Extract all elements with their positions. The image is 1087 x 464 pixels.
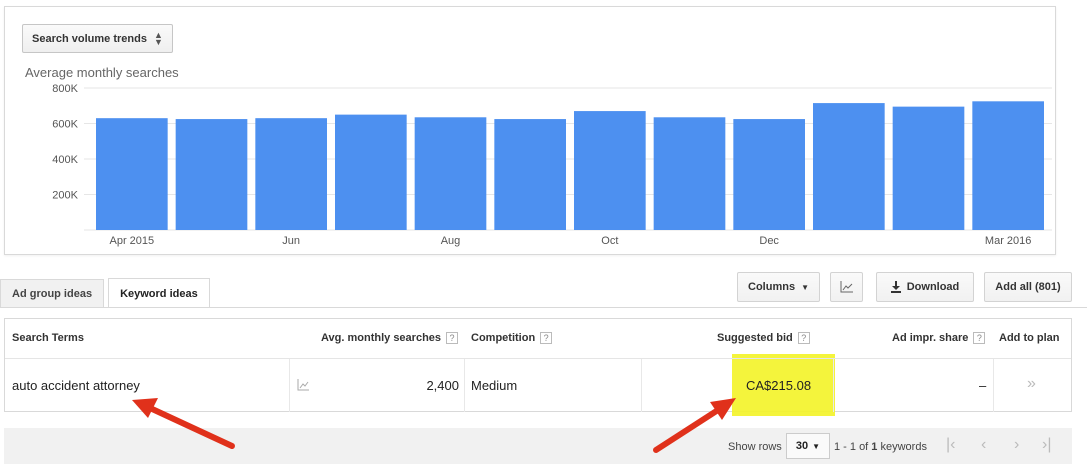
- keyword-table: Search Terms Avg. monthly searches ? Com…: [4, 318, 1072, 416]
- column-divider: [464, 359, 465, 412]
- chart-bar: [175, 119, 248, 230]
- suggested-bid-cell: CA$215.08: [746, 378, 812, 393]
- ideas-tabs: Ad group ideas Keyword ideas: [0, 278, 210, 308]
- chart-bar: [494, 119, 566, 230]
- tab-ad-group-ideas[interactable]: Ad group ideas: [0, 279, 105, 308]
- header-add-to-plan: Add to plan: [999, 332, 1060, 344]
- chart-bar: [892, 106, 965, 230]
- table-footer: Show rows 30 ▼ 1 - 1 of 1 keywords |‹ ‹ …: [4, 428, 1072, 464]
- chevron-down-icon: ▼: [812, 441, 821, 451]
- chart-bar: [574, 111, 646, 230]
- y-tick-label: 200K: [52, 190, 78, 202]
- header-search-terms-label: Search Terms: [12, 332, 84, 344]
- previous-page-icon[interactable]: ‹: [981, 436, 986, 454]
- header-ad-impr-share[interactable]: Ad impr. share ?: [892, 332, 986, 344]
- x-tick-label: Aug: [441, 235, 461, 247]
- header-competition[interactable]: Competition ?: [471, 332, 553, 344]
- keyword-cell: auto accident attorney: [12, 378, 140, 393]
- chart-bar: [813, 103, 885, 230]
- add-to-plan-button[interactable]: »: [1027, 375, 1036, 393]
- last-page-icon[interactable]: ›|: [1042, 436, 1051, 454]
- chart-bar: [972, 101, 1044, 230]
- help-icon[interactable]: ?: [797, 332, 810, 344]
- header-avg-monthly-label: Avg. monthly searches: [321, 332, 442, 344]
- x-tick-label: Mar 2016: [985, 235, 1031, 247]
- x-tick-label: Jun: [282, 235, 300, 247]
- tab-keyword-ideas[interactable]: Keyword ideas: [108, 278, 210, 308]
- download-label: Download: [906, 281, 960, 293]
- header-avg-monthly-searches[interactable]: Avg. monthly searches ?: [321, 332, 459, 344]
- column-divider: [641, 359, 642, 412]
- help-icon[interactable]: ?: [446, 332, 459, 344]
- chart-bar: [414, 117, 487, 230]
- chart-bar: [96, 118, 168, 230]
- competition-cell: Medium: [471, 378, 518, 393]
- add-all-label: Add all (801): [995, 281, 1061, 293]
- header-search-terms[interactable]: Search Terms: [12, 332, 84, 344]
- y-tick-label: 400K: [52, 154, 78, 166]
- download-button[interactable]: Download: [876, 272, 974, 302]
- column-divider: [993, 359, 994, 412]
- range-suffix: keywords: [877, 441, 927, 453]
- x-tick-label: Apr 2015: [110, 235, 155, 247]
- column-divider: [289, 359, 290, 412]
- range-prefix: 1 - 1 of: [834, 441, 872, 453]
- chart-toggle-button[interactable]: [830, 272, 863, 302]
- chart-bar: [733, 119, 805, 230]
- table-header: Search Terms Avg. monthly searches ? Com…: [5, 319, 1071, 359]
- chart-bar: [653, 117, 726, 230]
- ad-impr-share-cell: –: [979, 378, 987, 393]
- y-tick-label: 600K: [52, 119, 78, 131]
- header-suggested-bid-label: Suggested bid: [717, 332, 793, 344]
- x-tick-label: Oct: [601, 235, 618, 247]
- header-add-to-plan-label: Add to plan: [999, 332, 1060, 344]
- show-rows-label: Show rows: [728, 441, 782, 453]
- chart-bar: [255, 118, 327, 230]
- header-suggested-bid[interactable]: Suggested bid ?: [717, 332, 810, 344]
- chart-bar: [335, 114, 407, 230]
- first-page-icon[interactable]: |‹: [946, 436, 955, 454]
- columns-label: Columns: [748, 281, 796, 293]
- rows-per-page-select[interactable]: 30 ▼: [786, 433, 830, 459]
- line-chart-icon: [840, 281, 853, 293]
- chevron-down-icon: ▼: [801, 282, 809, 292]
- tabs-divider: [0, 307, 1087, 308]
- columns-button[interactable]: Columns ▼: [737, 272, 820, 302]
- bar-chart: 200K 400K 600K 800K Apr 2015 Jun Aug Oct Dec Mar …: [52, 83, 1052, 247]
- add-all-button[interactable]: Add all (801): [984, 272, 1072, 302]
- range-label: 1 - 1 of 1 keywords: [834, 441, 927, 453]
- help-icon[interactable]: ?: [540, 332, 553, 344]
- y-tick-label: 800K: [52, 83, 78, 95]
- help-icon[interactable]: ?: [973, 332, 986, 344]
- trend-chart-icon[interactable]: [297, 379, 310, 391]
- download-icon: [890, 281, 901, 293]
- rows-per-page-value: 30: [795, 440, 809, 452]
- x-tick-label: Dec: [759, 235, 779, 247]
- header-ad-impr-share-label: Ad impr. share: [892, 332, 969, 344]
- next-page-icon[interactable]: ›: [1014, 436, 1019, 454]
- column-divider: [833, 359, 834, 412]
- header-competition-label: Competition: [471, 332, 536, 344]
- avg-monthly-searches-cell: 2,400: [426, 378, 459, 393]
- search-volume-chart-panel: Search volume trends ▲ ▼ Average monthly …: [4, 6, 1056, 255]
